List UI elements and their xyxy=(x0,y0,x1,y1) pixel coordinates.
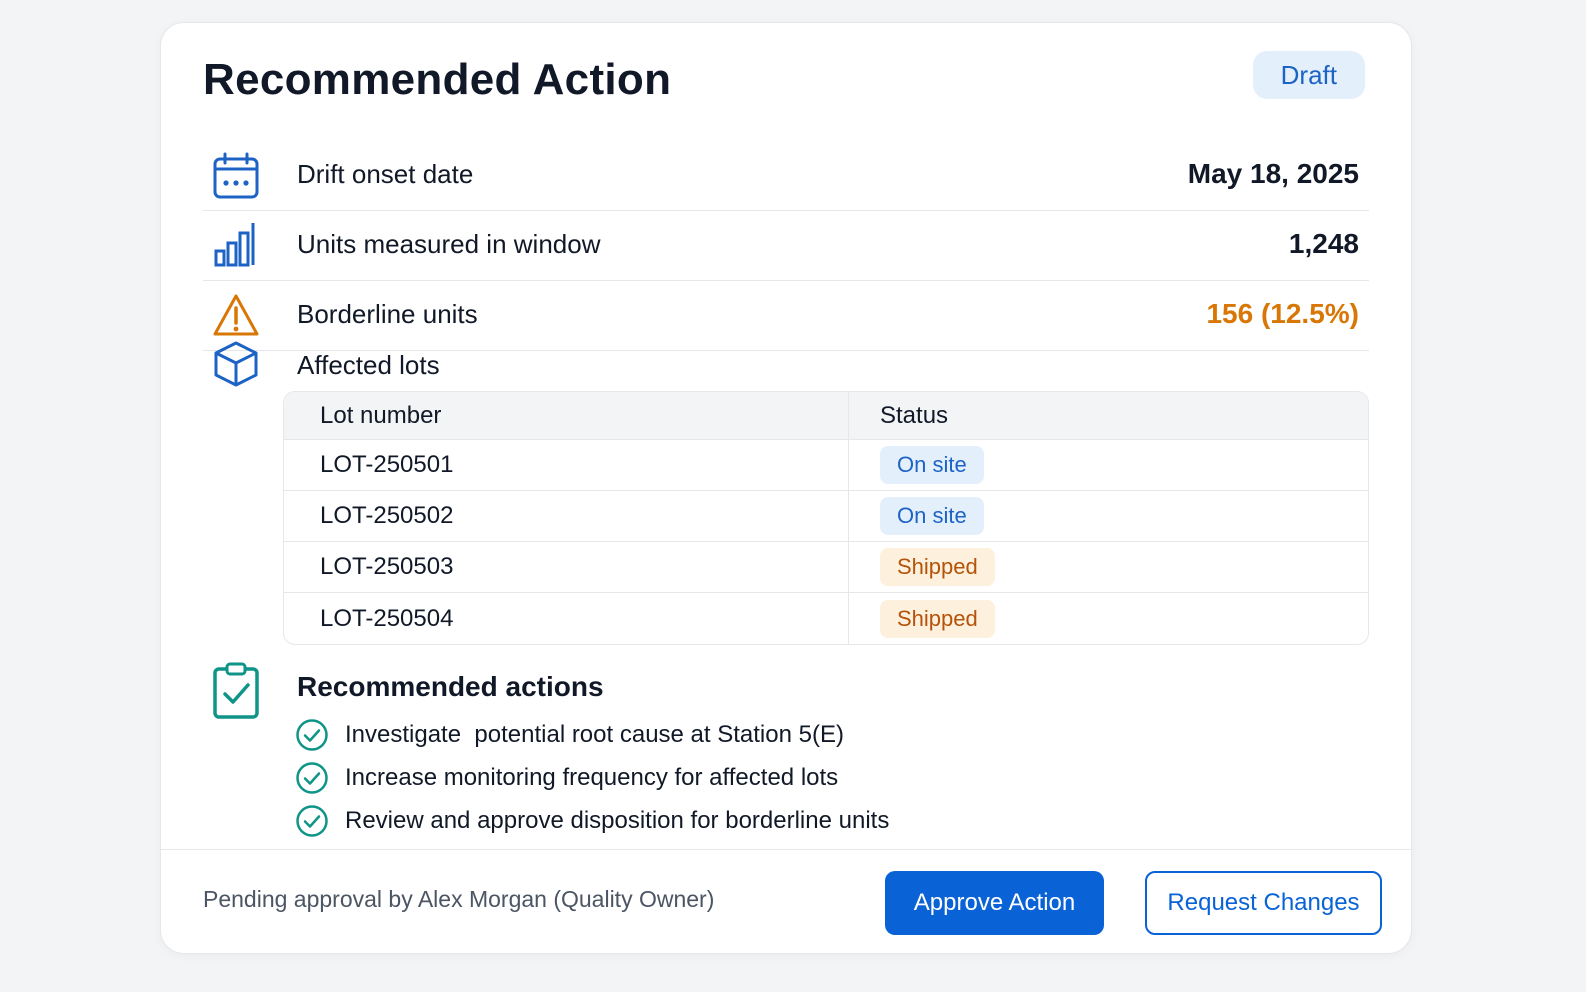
metric-label: Borderline units xyxy=(297,299,478,329)
status-badge: On site xyxy=(880,446,984,484)
list-item: Review and approve disposition for borde… xyxy=(295,799,889,842)
column-header-lot: Lot number xyxy=(284,392,849,439)
list-item: Increase monitoring frequency for affect… xyxy=(295,756,889,799)
metric-label: Drift onset date xyxy=(297,159,474,189)
metric-value: 1,248 xyxy=(1288,228,1359,259)
card-title: Recommended Action xyxy=(203,55,672,104)
card-footer: Pending approval by Alex Morgan (Quality… xyxy=(161,849,1411,953)
lot-number-cell: LOT-250504 xyxy=(284,593,849,644)
status-cell: On site xyxy=(849,440,1368,490)
recommended-actions-title: Recommended actions xyxy=(297,671,604,702)
list-item: Investigate potential root cause at Stat… xyxy=(295,713,889,756)
recommended-actions-list: Investigate potential root cause at Stat… xyxy=(295,713,889,842)
lot-number-cell: LOT-250501 xyxy=(284,440,849,490)
bar-chart-icon xyxy=(214,223,255,267)
affected-lots-table: Lot number Status LOT-250501 On site LOT… xyxy=(283,391,1369,645)
action-text: Increase monitoring frequency for affect… xyxy=(345,763,839,791)
table-row: LOT-250501 On site xyxy=(284,440,1368,491)
check-circle-icon xyxy=(296,761,328,794)
box-icon xyxy=(214,341,258,387)
metric-row-units-measured: Units measured in window 1,248 xyxy=(203,211,1369,281)
affected-lots-label: Affected lots xyxy=(297,350,440,380)
status-badge: Shipped xyxy=(880,548,995,586)
metric-value: May 18, 2025 xyxy=(1187,158,1359,189)
metric-row-borderline-units: Borderline units 156 (12.5%) xyxy=(203,281,1369,351)
table-row: LOT-250504 Shipped xyxy=(284,593,1368,644)
table-header: Lot number Status xyxy=(284,392,1368,440)
status-cell: Shipped xyxy=(849,542,1368,592)
table-row: LOT-250503 Shipped xyxy=(284,542,1368,593)
status-cell: Shipped xyxy=(849,593,1368,644)
recommended-action-card: Recommended Action Draft Drift onset dat… xyxy=(160,22,1412,954)
status-cell: On site xyxy=(849,491,1368,541)
pending-approval-text: Pending approval by Alex Morgan (Quality… xyxy=(203,886,715,912)
lot-number-cell: LOT-250503 xyxy=(284,542,849,592)
check-circle-icon xyxy=(296,804,328,837)
table-row: LOT-250502 On site xyxy=(284,491,1368,542)
calendar-icon xyxy=(213,152,259,199)
status-badge: On site xyxy=(880,497,984,535)
column-header-status: Status xyxy=(880,401,949,429)
status-badge: Shipped xyxy=(880,599,995,638)
check-circle-icon xyxy=(296,718,328,751)
status-badge: Draft xyxy=(1252,51,1365,99)
clipboard-check-icon xyxy=(213,662,259,719)
metric-label: Units measured in window xyxy=(297,229,601,259)
action-text: Investigate potential root cause at Stat… xyxy=(345,720,844,748)
approve-action-button[interactable]: Approve Action xyxy=(885,871,1104,935)
metric-value: 156 (12.5%) xyxy=(1206,298,1359,329)
metric-row-drift-onset: Drift onset date May 18, 2025 xyxy=(203,141,1369,211)
request-changes-button[interactable]: Request Changes xyxy=(1145,871,1382,935)
lot-number-cell: LOT-250502 xyxy=(284,491,849,541)
warning-icon xyxy=(213,294,259,336)
card-header: Recommended Action Draft xyxy=(203,51,1365,117)
action-text: Review and approve disposition for borde… xyxy=(345,806,890,834)
